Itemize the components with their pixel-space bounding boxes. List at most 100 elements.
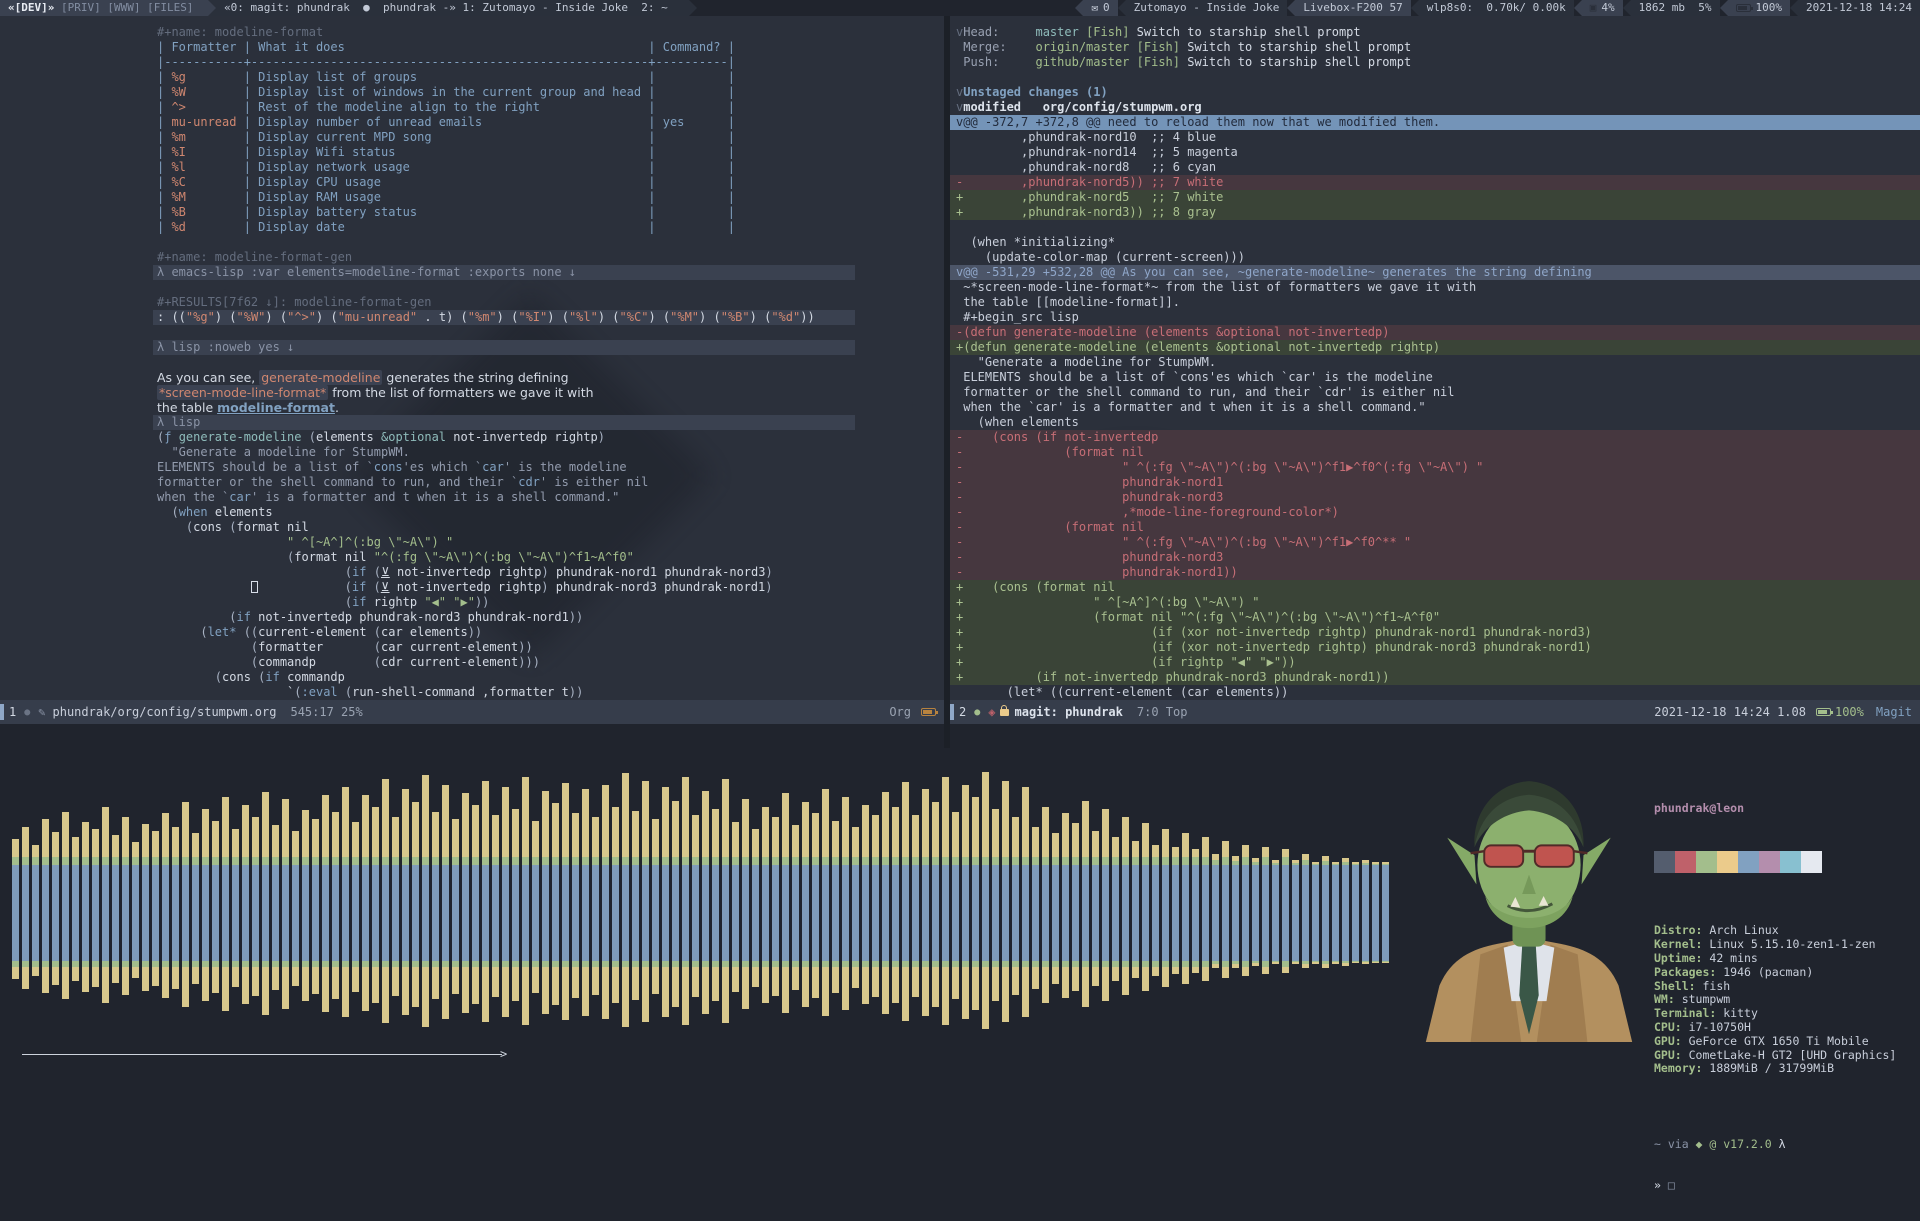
visualizer-segment — [282, 857, 289, 865]
buffer-line: (if (⊻ not-invertedp rightp) phundrak-no… — [157, 580, 944, 595]
visualizer-segment — [22, 857, 29, 865]
buffer-line: | Formatter | What it does | Command? | — [157, 40, 944, 55]
visualizer-segment — [862, 857, 869, 865]
visualizer-segment — [242, 805, 249, 857]
visualizer-segment — [832, 857, 839, 865]
text-segment: + " ^[~A^]^(:bg \"~A\") " — [956, 595, 1260, 609]
text-segment — [157, 355, 164, 369]
visualizer-segment — [1252, 865, 1259, 961]
magit-buffer-content[interactable]: vHead: master [Fish] Switch to starship … — [950, 16, 1920, 714]
text-segment: elements — [207, 505, 273, 519]
visualizer-segment — [982, 772, 989, 857]
visualizer-segment — [512, 865, 519, 961]
buffer-line: + ,phundrak-nord3)) ;; 8 gray — [950, 205, 1920, 220]
status-segment[interactable]: ▣ 4% — [1581, 0, 1623, 16]
visualizer-segment — [1262, 847, 1269, 857]
visualizer-segment — [1372, 962, 1379, 963]
visualizer-segment — [1312, 865, 1319, 961]
visualizer-segment — [902, 967, 909, 1021]
visualizer-segment — [362, 795, 369, 857]
visualizer-segment — [942, 777, 949, 857]
text-segment — [956, 70, 963, 84]
visualizer-segment — [822, 865, 829, 961]
text-segment: [Fish] — [1136, 40, 1180, 54]
status-segment[interactable]: ✉ 0 — [1083, 0, 1118, 16]
visualizer-bar — [722, 748, 729, 1080]
workspace-tags[interactable]: [PRIV] [WWW] [FILES] — [54, 0, 200, 16]
visualizer-bar — [1182, 748, 1189, 1080]
workspace-list[interactable]: «[DEV]» [PRIV] [WWW] [FILES] — [0, 0, 209, 16]
status-segment[interactable]: Livebox-F200 57 — [1295, 0, 1411, 16]
visualizer-segment — [102, 865, 109, 961]
text-segment: ,phundrak-nord14 ;; 5 magenta — [956, 145, 1238, 159]
major-mode[interactable]: Magit — [1876, 705, 1912, 719]
emacs-org-buffer[interactable]: #+name: modeline-format | Formatter | Wha… — [0, 16, 944, 724]
visualizer-segment — [1142, 967, 1149, 991]
text-segment: | Display list of groups | | — [236, 70, 735, 84]
shell-prompt-line[interactable]: ~ via ◆ @ v17.2.0 λ — [1654, 1137, 1910, 1152]
palette-swatch — [1738, 850, 1759, 873]
visualizer-segment — [1002, 781, 1009, 857]
visualizer-segment — [1102, 809, 1109, 857]
visualizer-segment — [1342, 963, 1349, 966]
visualizer-segment — [952, 967, 959, 999]
fetch-key: GPU: — [1654, 1033, 1689, 1048]
text-segment: "Generate a modeline for StumpWM. — [157, 445, 410, 459]
kitty-terminal[interactable]: > phundrak@leon Distro: Arch Linux Kerne… — [0, 748, 1920, 1192]
buffer-path[interactable]: phundrak/org/config/stumpwm.org — [53, 705, 277, 719]
text-segment: | Display date | | — [236, 220, 735, 234]
visualizer-segment — [1182, 833, 1189, 857]
visualizer-segment — [622, 967, 629, 1027]
visualizer-segment — [942, 865, 949, 961]
status-segment[interactable]: Zutomayo - Inside Joke — [1125, 0, 1288, 16]
org-buffer-content[interactable]: #+name: modeline-format | Formatter | Wha… — [0, 16, 944, 714]
visualizer-segment — [912, 865, 919, 961]
visualizer-bar — [402, 748, 409, 1080]
status-segment[interactable]: 100% — [1727, 0, 1791, 16]
text-segment — [157, 325, 164, 339]
fetch-key: Packages: — [1654, 964, 1724, 979]
fetch-row: Uptime: 42 mins — [1654, 951, 1910, 966]
visualizer-segment — [632, 967, 639, 1000]
visualizer-segment — [252, 967, 259, 996]
buffer-name[interactable]: magit: phundrak — [1015, 705, 1123, 719]
magit-status-buffer[interactable]: vHead: master [Fish] Switch to starship … — [950, 16, 1920, 724]
visualizer-segment — [42, 865, 49, 961]
visualizer-segment — [72, 857, 79, 865]
visualizer-segment — [662, 857, 669, 865]
active-workspace[interactable]: «[DEV]» — [8, 0, 54, 16]
visualizer-bar — [142, 748, 149, 1080]
text-segment: ' is either nil — [539, 475, 649, 489]
status-segment[interactable]: 1862 mb 5% — [1630, 0, 1720, 16]
visualizer-bar — [532, 748, 539, 1080]
visualizer-bar — [842, 748, 849, 1080]
visualizer-segment — [1132, 865, 1139, 961]
visualizer-segment — [882, 865, 889, 961]
visualizer-bar — [312, 748, 319, 1080]
visualizer-segment — [112, 857, 119, 865]
text-segment: | Display CPU usage | | — [236, 175, 735, 189]
text-segment: | Display battery status | | — [236, 205, 735, 219]
major-mode[interactable]: Org — [889, 705, 911, 719]
visualizer-bar — [452, 748, 459, 1080]
shell-prompt-cursor-line[interactable]: » □ — [1654, 1178, 1910, 1193]
visualizer-segment — [82, 822, 89, 857]
text-segment: - phundrak-nord1 — [956, 475, 1224, 489]
powerline-separator-icon — [1573, 0, 1582, 16]
visualizer-segment — [722, 857, 729, 865]
status-segment[interactable]: wlp8s0: 0.70k/ 0.00k — [1418, 0, 1574, 16]
visualizer-segment — [932, 967, 939, 1007]
text-segment: car — [482, 460, 504, 474]
visualizer-segment — [1382, 865, 1389, 961]
visualizer-segment — [702, 791, 709, 857]
visualizer-segment — [222, 857, 229, 865]
buffer-line: (if (⊻ not-invertedp rightp) phundrak-no… — [157, 565, 944, 580]
window-list[interactable]: «0: magit: phundrak ● phundrak -» 1: Zut… — [216, 0, 690, 16]
visualizer-segment — [952, 857, 959, 865]
visualizer-segment — [1132, 841, 1139, 857]
buffer-line: - phundrak-nord1)) — [950, 565, 1920, 580]
status-segment[interactable]: 2021-12-18 14:24 — [1798, 0, 1920, 16]
fetch-value: Linux 5.15.10-zen1-1-zen — [1709, 937, 1876, 952]
text-segment: let* — [207, 625, 237, 639]
text-segment: " ^[~A^]^(:bg \"~A\") " — [157, 535, 454, 549]
